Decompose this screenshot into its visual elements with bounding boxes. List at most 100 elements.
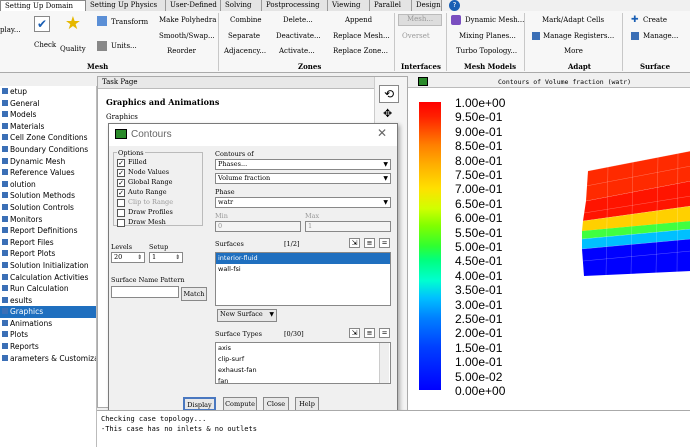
tree-item[interactable]: Report Definitions	[0, 225, 96, 237]
tree-item[interactable]: Animations	[0, 318, 96, 330]
tree-item[interactable]: General	[0, 98, 96, 110]
option-checkbox[interactable]: ✓	[117, 189, 125, 197]
tree-item[interactable]: Calculation Activities	[0, 272, 96, 284]
pan-icon[interactable]: ✥	[383, 107, 392, 120]
option-checkbox[interactable]: ✓	[117, 169, 125, 177]
tab-setting-up-domain[interactable]: Setting Up Domain	[0, 0, 86, 11]
tree-item[interactable]: etup	[0, 86, 96, 98]
tab-parallel[interactable]: Parallel	[370, 0, 412, 11]
dynamic-mesh-button[interactable]: Dynamic Mesh...	[465, 16, 524, 24]
option-checkbox[interactable]	[117, 219, 125, 227]
overset-button[interactable]: Overset	[402, 32, 430, 40]
tab-user-defined[interactable]: User-Defined	[166, 0, 221, 11]
surface-list-item[interactable]: wall-fsi	[216, 264, 390, 275]
types-select-all-icon[interactable]: ⇲	[349, 328, 360, 338]
tab-design[interactable]: Design	[412, 0, 442, 11]
list-icon[interactable]: ≡	[364, 238, 375, 248]
surface-create-button[interactable]: Create	[643, 16, 667, 24]
tree-item[interactable]: Plots	[0, 329, 96, 341]
types-scrollbar[interactable]	[379, 343, 389, 383]
more-button[interactable]: More	[564, 47, 583, 55]
tree-item[interactable]: Solution Methods	[0, 190, 96, 202]
surface-name-pattern-input[interactable]	[111, 286, 179, 298]
surface-list-item[interactable]: interior-fluid	[216, 253, 390, 264]
new-surface-dropdown[interactable]: New Surface ▼	[217, 309, 277, 322]
match-button[interactable]: Match	[181, 287, 207, 301]
check-icon[interactable]: ✔	[34, 16, 50, 32]
help-icon[interactable]: ?	[449, 0, 460, 11]
replace-mesh-button[interactable]: Replace Mesh...	[333, 32, 390, 40]
make-polyhedra-button[interactable]: Make Polyhedra	[159, 16, 216, 24]
display-button[interactable]: play...	[0, 26, 21, 34]
option-checkbox[interactable]: ✓	[117, 179, 125, 187]
close-icon[interactable]: ✕	[377, 126, 387, 140]
tree-item[interactable]: olution	[0, 179, 96, 191]
rotate-icon[interactable]: ⟲	[379, 85, 399, 103]
contours-of-category-select[interactable]: Phases... ▼	[215, 159, 391, 170]
reorder-button[interactable]: Reorder	[167, 47, 196, 55]
select-all-icon[interactable]: ⇲	[349, 238, 360, 248]
surface-type-item[interactable]: exhaust-fan	[216, 365, 390, 376]
separate-button[interactable]: Separate	[228, 32, 260, 40]
surface-type-item[interactable]: axis	[216, 343, 390, 354]
tree-item[interactable]: Cell Zone Conditions	[0, 132, 96, 144]
compute-button[interactable]: Compute	[223, 397, 257, 411]
deactivate-button[interactable]: Deactivate...	[276, 32, 321, 40]
mark-adapt-cells-button[interactable]: Mark/Adapt Cells	[542, 16, 604, 24]
activate-button[interactable]: Activate...	[279, 47, 315, 55]
tree-item[interactable]: Reports	[0, 341, 96, 353]
tree-item[interactable]: Reference Values	[0, 167, 96, 179]
option-checkbox[interactable]	[117, 199, 125, 207]
min-field[interactable]: 0	[215, 221, 301, 232]
tree-item[interactable]: esults	[0, 295, 96, 307]
replace-zone-button[interactable]: Replace Zone...	[333, 47, 388, 55]
surface-types-list[interactable]: axis clip-surf exhaust-fan fan	[215, 342, 391, 384]
tree-item[interactable]: Report Files	[0, 237, 96, 249]
tab-viewing[interactable]: Viewing	[328, 0, 370, 11]
transform-button[interactable]: Transform	[111, 18, 148, 26]
max-field[interactable]: 1	[305, 221, 391, 232]
units-button[interactable]: Units...	[111, 42, 137, 50]
quality-button[interactable]: Quality	[60, 45, 86, 53]
tree-item[interactable]: Report Plots	[0, 248, 96, 260]
surfaces-list[interactable]: interior-fluid wall-fsi	[215, 252, 391, 306]
tab-solving[interactable]: Solving	[221, 0, 262, 11]
tree-item[interactable]: Dynamic Mesh	[0, 156, 96, 168]
tree-item[interactable]: Run Calculation	[0, 283, 96, 295]
console[interactable]: Checking case topology... -This case has…	[97, 410, 690, 447]
turbo-topology-button[interactable]: Turbo Topology...	[456, 47, 517, 55]
option-checkbox[interactable]	[117, 209, 125, 217]
tab-setting-up-physics[interactable]: Setting Up Physics	[86, 0, 166, 11]
tab-postprocessing[interactable]: Postprocessing	[262, 0, 328, 11]
setup-spinner[interactable]: 1 ⇕	[149, 252, 183, 263]
types-list-icon[interactable]: ≡	[364, 328, 375, 338]
manage-registers-button[interactable]: Manage Registers...	[543, 32, 614, 40]
append-button[interactable]: Append	[345, 16, 372, 24]
tree-item[interactable]: Boundary Conditions	[0, 144, 96, 156]
tree-item[interactable]: Solution Controls	[0, 202, 96, 214]
tree-item[interactable]: Solution Initialization	[0, 260, 96, 272]
deselect-icon[interactable]: =	[379, 238, 390, 248]
phase-select[interactable]: watr ▼	[215, 197, 391, 208]
tree-item[interactable]: arameters & Customizat...	[0, 353, 96, 365]
delete-button[interactable]: Delete...	[283, 16, 313, 24]
types-deselect-icon[interactable]: =	[379, 328, 390, 338]
mixing-planes-button[interactable]: Mixing Planes...	[459, 32, 516, 40]
surface-manage-button[interactable]: Manage...	[643, 32, 678, 40]
check-button[interactable]: Check	[34, 41, 56, 49]
help-button[interactable]: Help	[295, 397, 319, 411]
tree-item[interactable]: Monitors	[0, 214, 96, 226]
smooth-swap-button[interactable]: Smooth/Swap...	[159, 32, 215, 40]
option-checkbox[interactable]: ✓	[117, 159, 125, 167]
combine-button[interactable]: Combine	[230, 16, 262, 24]
quality-star-icon[interactable]: ★	[63, 14, 83, 34]
levels-spinner[interactable]: 20 ⇕	[111, 252, 145, 263]
interfaces-mesh-button[interactable]: Mesh...	[398, 14, 442, 26]
tree-item[interactable]: Materials	[0, 121, 96, 133]
contours-of-field-select[interactable]: Volume fraction ▼	[215, 173, 391, 184]
tree-item[interactable]: Models	[0, 109, 96, 121]
tree-item[interactable]: Graphics	[0, 306, 96, 318]
display-button[interactable]: Display	[183, 397, 216, 411]
graphics-window[interactable]: Contours of Volume fraction (watr)	[407, 76, 690, 410]
adjacency-button[interactable]: Adjacency...	[224, 47, 266, 55]
